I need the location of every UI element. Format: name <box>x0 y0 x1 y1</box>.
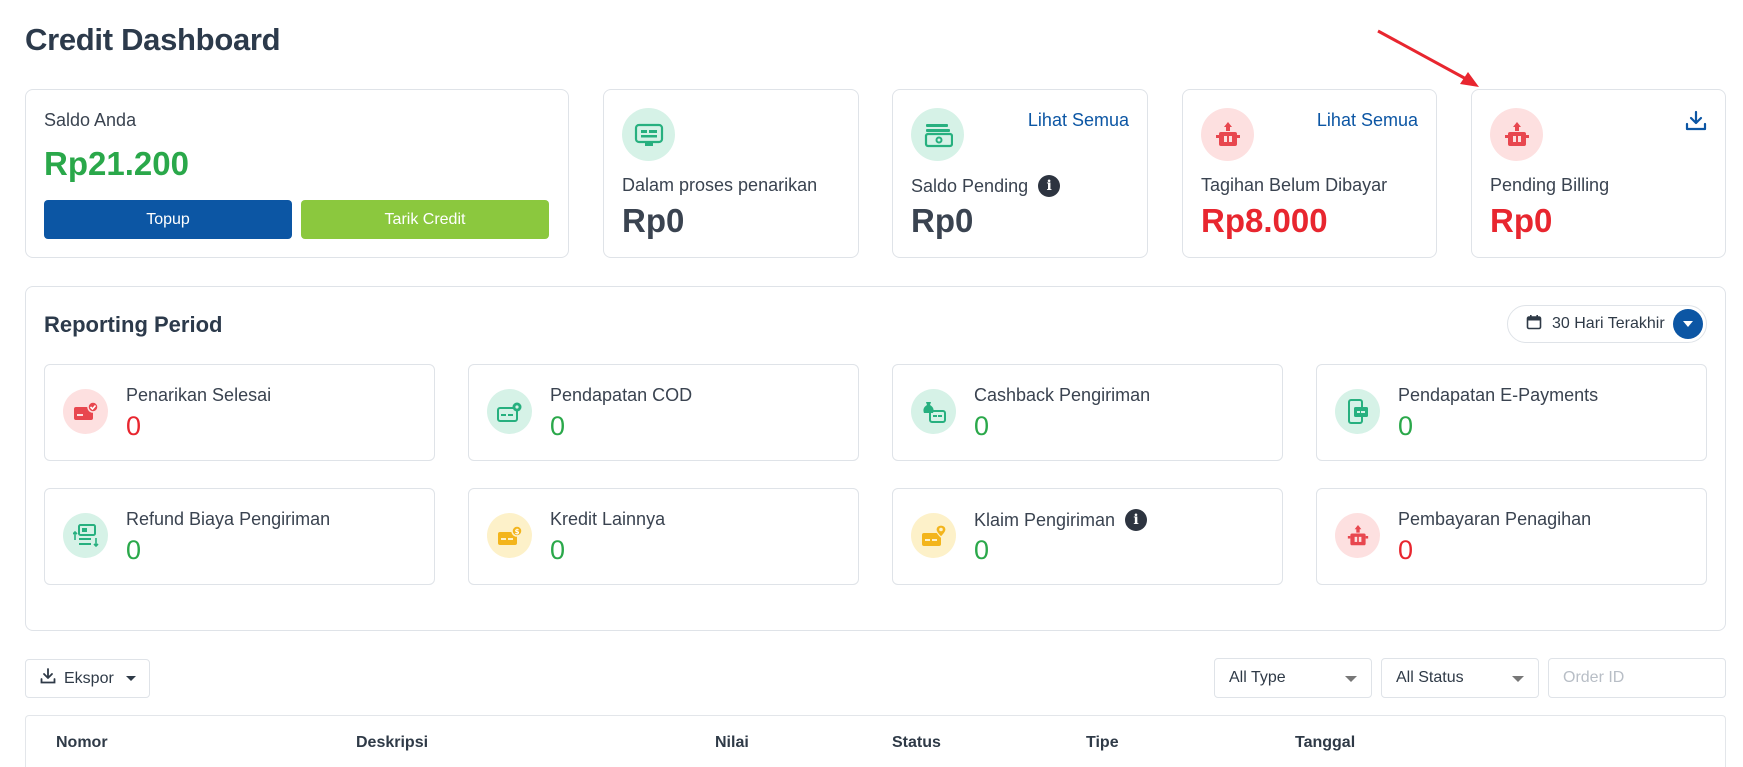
chevron-down-icon <box>1345 676 1357 682</box>
report-item-label: Kredit Lainnya <box>550 509 666 529</box>
reporting-period-panel: Reporting Period 30 Hari Terakhir Penari… <box>25 286 1726 631</box>
column-header-nilai[interactable]: Nilai <box>715 734 749 752</box>
column-header-tipe[interactable]: Tipe <box>1086 734 1119 752</box>
report-item-klaim-pengiriman: Klaim Pengiriman i 0 <box>892 488 1283 585</box>
pending-balance-label: Saldo Pending i <box>911 175 1061 197</box>
type-filter-select[interactable]: All Type <box>1214 658 1372 698</box>
pending-billing-value: Rp0 <box>1490 202 1553 239</box>
withdraw-credit-button[interactable]: Tarik Credit <box>301 200 549 239</box>
download-icon <box>40 668 56 689</box>
report-item-value: 0 <box>974 411 990 441</box>
bill-machine-icon <box>1201 108 1254 161</box>
pending-billing-card: Pending Billing Rp0 <box>1471 89 1726 258</box>
info-icon[interactable]: i <box>1125 509 1148 531</box>
export-label: Ekspor <box>64 669 114 687</box>
unpaid-bills-label-text: Tagihan Belum Dibayar <box>1201 175 1388 195</box>
withdraw-process-value: Rp0 <box>622 202 685 239</box>
cash-stack-icon <box>911 108 964 161</box>
report-item-label: Pembayaran Penagihan <box>1398 509 1592 529</box>
report-item-value: 0 <box>1398 535 1414 565</box>
card-coin-icon: $ <box>487 513 532 558</box>
order-id-input[interactable] <box>1548 658 1726 698</box>
export-button[interactable]: Ekspor <box>25 659 150 698</box>
reporting-period-title: Reporting Period <box>44 312 223 337</box>
pending-balance-value: Rp0 <box>911 202 974 239</box>
svg-text:$: $ <box>514 528 519 536</box>
report-item-refund-biaya-pengiriman: Refund Biaya Pengiriman 0 <box>44 488 435 585</box>
unpaid-bills-card: Lihat Semua Tagihan Belum Dibayar Rp8.00… <box>1182 89 1437 258</box>
report-item-value: 0 <box>550 535 566 565</box>
report-item-pendapatan-cod: Pendapatan COD 0 <box>468 364 859 461</box>
column-header-nomor[interactable]: Nomor <box>56 734 108 752</box>
info-icon[interactable]: i <box>1038 175 1061 197</box>
column-header-deskripsi[interactable]: Deskripsi <box>356 734 428 752</box>
unpaid-bills-see-all-link[interactable]: Lihat Semua <box>1317 110 1418 131</box>
balance-label: Saldo Anda <box>44 110 137 130</box>
bill-machine-icon <box>1490 108 1543 161</box>
balance-card: Saldo Anda Rp21.200 Topup Tarik Credit <box>25 89 569 258</box>
bill-machine-icon <box>1335 513 1380 558</box>
cash-register-icon <box>622 108 675 161</box>
report-item-kredit-lainnya: $ Kredit Lainnya 0 <box>468 488 859 585</box>
page-title: Credit Dashboard <box>25 22 281 57</box>
withdraw-process-card: Dalam proses penarikan Rp0 <box>603 89 859 258</box>
pending-billing-label-text: Pending Billing <box>1490 175 1610 195</box>
report-item-pembayaran-penagihan: Pembayaran Penagihan 0 <box>1316 488 1707 585</box>
money-bag-icon <box>911 389 956 434</box>
calendar-icon <box>1526 314 1542 335</box>
column-header-status[interactable]: Status <box>892 734 941 752</box>
period-value: 30 Hari Terakhir <box>1552 315 1665 332</box>
report-item-label: Pendapatan COD <box>550 385 693 405</box>
report-item-label-row: Klaim Pengiriman i <box>974 509 1148 531</box>
topup-button[interactable]: Topup <box>44 200 292 239</box>
report-item-penarikan-selesai: Penarikan Selesai 0 <box>44 364 435 461</box>
report-item-value: 0 <box>550 411 566 441</box>
pending-balance-see-all-link[interactable]: Lihat Semua <box>1028 110 1129 131</box>
chevron-down-icon <box>1512 676 1524 682</box>
report-item-value: 0 <box>126 411 142 441</box>
type-filter-value: All Type <box>1229 669 1286 686</box>
balance-value: Rp21.200 <box>44 145 189 182</box>
card-check-icon <box>63 389 108 434</box>
withdraw-process-label: Dalam proses penarikan <box>622 175 817 196</box>
column-header-tanggal[interactable]: Tanggal <box>1295 734 1355 752</box>
report-item-value: 0 <box>1398 411 1414 441</box>
report-item-label: Penarikan Selesai <box>126 385 272 405</box>
report-item-value: 0 <box>126 535 142 565</box>
pending-balance-label-text: Saldo Pending <box>911 175 1029 196</box>
download-icon[interactable] <box>1685 110 1707 137</box>
period-dropdown[interactable]: 30 Hari Terakhir <box>1507 305 1707 343</box>
card-gear-icon <box>487 389 532 434</box>
pending-balance-card: Lihat Semua Saldo Pending i Rp0 <box>892 89 1148 258</box>
card-pin-icon <box>911 513 956 558</box>
chevron-down-icon[interactable] <box>1673 309 1703 339</box>
report-item-cashback-pengiriman: Cashback Pengiriman 0 <box>892 364 1283 461</box>
pending-billing-label: Pending Billing <box>1490 175 1609 196</box>
unpaid-bills-label: Tagihan Belum Dibayar <box>1201 175 1387 196</box>
caret-down-icon <box>125 676 136 681</box>
transactions-table: Nomor Deskripsi Nilai Status Tipe Tangga… <box>25 715 1726 767</box>
report-item-label: Pendapatan E-Payments <box>1398 385 1599 405</box>
withdraw-process-label-text: Dalam proses penarikan <box>622 175 818 195</box>
report-item-value: 0 <box>974 535 990 565</box>
mobile-payment-icon <box>1335 389 1380 434</box>
report-item-label: Cashback Pengiriman <box>974 385 1151 405</box>
refund-icon <box>63 513 108 558</box>
status-filter-select[interactable]: All Status <box>1381 658 1539 698</box>
report-item-label: Klaim Pengiriman <box>974 509 1116 530</box>
report-item-label: Refund Biaya Pengiriman <box>126 509 331 529</box>
status-filter-value: All Status <box>1396 669 1464 686</box>
unpaid-bills-value: Rp8.000 <box>1201 202 1328 239</box>
report-item-pendapatan-e-payments: Pendapatan E-Payments 0 <box>1316 364 1707 461</box>
